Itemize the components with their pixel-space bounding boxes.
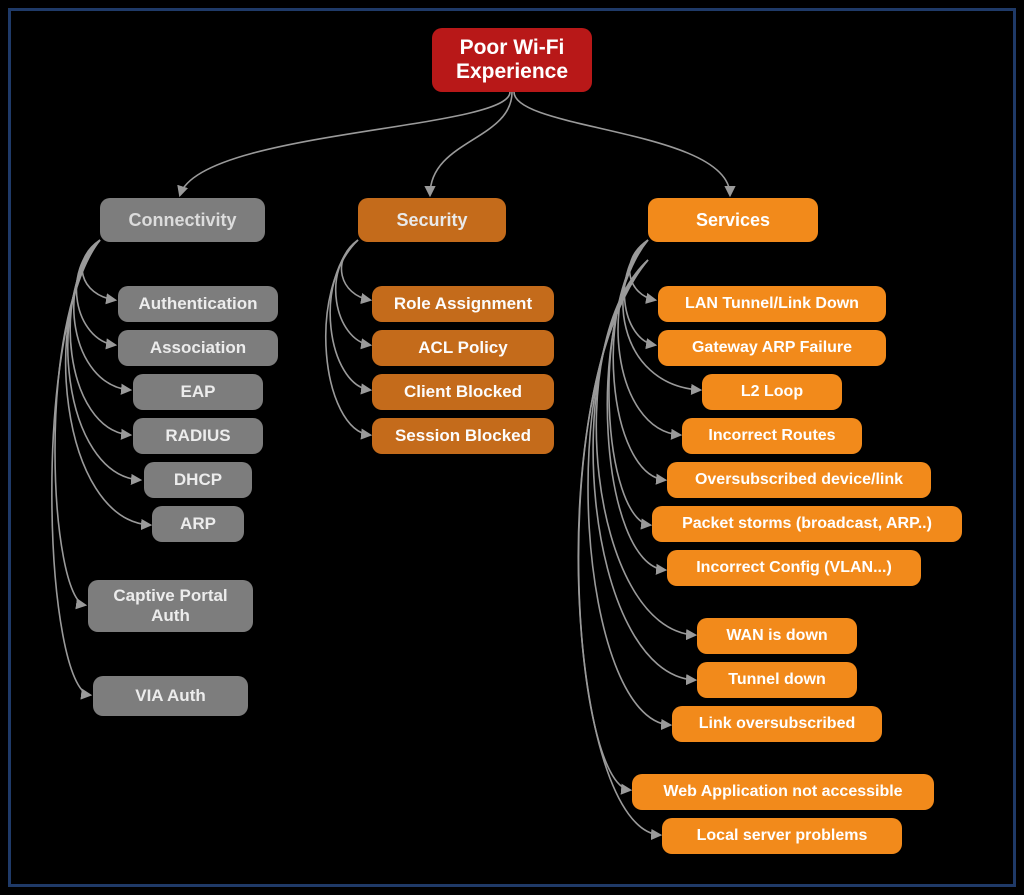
category-label: Security [396, 210, 467, 231]
item-label: Captive Portal Auth [98, 586, 243, 625]
category-connectivity: Connectivity [100, 198, 265, 242]
item-label: Link oversubscribed [699, 715, 856, 733]
item-radius: RADIUS [133, 418, 263, 454]
item-link-oversub: Link oversubscribed [672, 706, 882, 742]
item-label: EAP [181, 382, 216, 402]
item-label: Tunnel down [728, 671, 825, 689]
item-label: Role Assignment [394, 294, 532, 314]
item-via-auth: VIA Auth [93, 676, 248, 716]
item-acl-policy: ACL Policy [372, 330, 554, 366]
item-label: LAN Tunnel/Link Down [685, 295, 859, 313]
item-webapp: Web Application not accessible [632, 774, 934, 810]
category-services: Services [648, 198, 818, 242]
item-label: Local server problems [697, 827, 868, 845]
item-client-blocked: Client Blocked [372, 374, 554, 410]
item-label: Incorrect Config (VLAN...) [696, 559, 892, 577]
item-incorrect-config: Incorrect Config (VLAN...) [667, 550, 921, 586]
item-authentication: Authentication [118, 286, 278, 322]
item-label: RADIUS [165, 426, 230, 446]
item-label: VIA Auth [135, 686, 206, 706]
item-l2-loop: L2 Loop [702, 374, 842, 410]
item-label: ARP [180, 514, 216, 534]
item-role-assignment: Role Assignment [372, 286, 554, 322]
item-label: Incorrect Routes [708, 427, 835, 445]
item-label: Authentication [139, 294, 258, 314]
item-label: Packet storms (broadcast, ARP..) [682, 515, 932, 533]
item-lan-tunnel: LAN Tunnel/Link Down [658, 286, 886, 322]
item-local-server: Local server problems [662, 818, 902, 854]
item-dhcp: DHCP [144, 462, 252, 498]
item-gateway-arp: Gateway ARP Failure [658, 330, 886, 366]
item-captive-portal: Captive Portal Auth [88, 580, 253, 632]
item-label: Gateway ARP Failure [692, 339, 852, 357]
item-packet-storms: Packet storms (broadcast, ARP..) [652, 506, 962, 542]
root-node: Poor Wi-Fi Experience [432, 28, 592, 92]
item-association: Association [118, 330, 278, 366]
item-label: Client Blocked [404, 382, 522, 402]
item-incorrect-routes: Incorrect Routes [682, 418, 862, 454]
item-session-blocked: Session Blocked [372, 418, 554, 454]
item-label: Oversubscribed device/link [695, 471, 903, 489]
item-eap: EAP [133, 374, 263, 410]
item-label: Association [150, 338, 246, 358]
item-label: DHCP [174, 470, 222, 490]
item-arp: ARP [152, 506, 244, 542]
item-tunnel-down: Tunnel down [697, 662, 857, 698]
item-label: WAN is down [726, 627, 827, 645]
category-security: Security [358, 198, 506, 242]
root-label: Poor Wi-Fi Experience [442, 36, 582, 84]
item-label: Session Blocked [395, 426, 531, 446]
category-label: Connectivity [128, 210, 236, 231]
item-wan-down: WAN is down [697, 618, 857, 654]
item-label: L2 Loop [741, 383, 803, 401]
item-label: ACL Policy [418, 338, 507, 358]
item-label: Web Application not accessible [663, 783, 902, 801]
category-label: Services [696, 210, 770, 231]
item-oversub-device: Oversubscribed device/link [667, 462, 931, 498]
